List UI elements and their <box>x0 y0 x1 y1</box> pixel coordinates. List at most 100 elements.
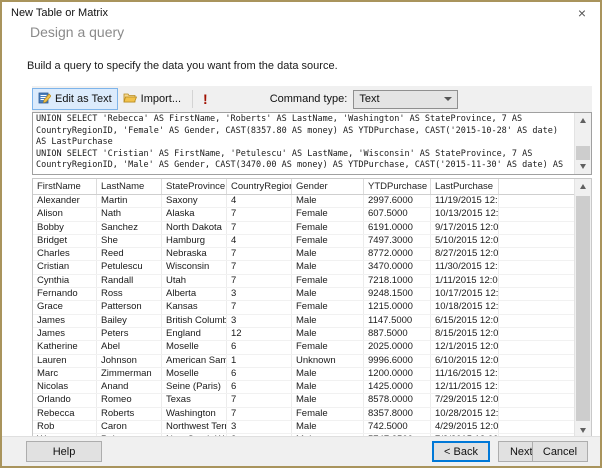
command-type-dropdown[interactable]: Text <box>353 89 459 109</box>
table-cell: 11/19/2015 12:... <box>431 195 499 208</box>
help-button[interactable]: Help <box>26 441 102 462</box>
query-text-editor[interactable]: UNION SELECT 'Rebecca' AS FirstName, 'Ro… <box>32 112 592 175</box>
table-cell: 8578.0000 <box>364 394 431 407</box>
table-row[interactable]: Bridget She Hamburg 4 Female 7497.3000 5/10/20… <box>33 234 575 249</box>
table-cell: 1147.5000 <box>364 314 431 327</box>
table-cell: 11/30/2015 12:... <box>431 261 499 274</box>
table-cell: Bobby <box>33 221 97 234</box>
table-cell: Grace <box>33 301 97 314</box>
table-cell: Orlando <box>33 394 97 407</box>
table-cell-filler <box>499 421 575 433</box>
column-header[interactable]: StateProvince <box>162 179 227 194</box>
table-cell-filler <box>499 368 575 380</box>
table-cell: 2997.6000 <box>364 195 431 208</box>
command-type-value: Text <box>359 93 380 105</box>
table-cell-filler <box>499 315 575 327</box>
scroll-up-icon[interactable] <box>575 113 591 128</box>
table-cell: Washington <box>162 407 227 421</box>
table-cell: Male <box>292 195 364 208</box>
column-header[interactable]: LastName <box>97 179 162 194</box>
table-cell-filler <box>499 261 575 273</box>
table-row[interactable]: James Peters England 12 Male 887.5000 8/15/201… <box>33 327 575 342</box>
table-row[interactable]: Marc Zimmerman Moselle 6 Male 1200.0000 11/16/… <box>33 367 575 382</box>
table-cell: Saxony <box>162 195 227 208</box>
table-cell: 1425.0000 <box>364 381 431 394</box>
table-cell: Female <box>292 221 364 234</box>
table-row[interactable]: Orlando Romeo Texas 7 Male 8578.0000 7/29/2015… <box>33 394 575 408</box>
table-row[interactable]: Bobby Sanchez North Dakota 7 Female 6191.0000… <box>33 221 575 235</box>
table-row[interactable]: Charles Reed Nebraska 7 Male 8772.0000 8/27/20… <box>33 248 575 262</box>
table-cell: 12 <box>227 327 292 341</box>
table-row[interactable]: Fernando Ross Alberta 3 Male 9248.1500 10/17/2… <box>33 288 575 302</box>
table-cell: Male <box>292 394 364 407</box>
table-cell: Female <box>292 407 364 421</box>
grid-body: FirstName LastName StateProvince CountryReg… <box>33 179 575 438</box>
new-table-or-matrix-dialog: New Table or Matrix × Design a query Bui… <box>0 0 602 468</box>
scroll-down-icon[interactable] <box>575 159 591 174</box>
table-cell-filler <box>499 208 575 220</box>
table-cell: Moselle <box>162 367 227 381</box>
page-title: Design a query <box>30 24 125 40</box>
table-row[interactable]: Cristian Petulescu Wisconsin 7 Male 3470.0000… <box>33 261 575 275</box>
table-cell: 12/1/2015 12:0... <box>431 341 499 354</box>
table-cell: 10/17/2015 12:... <box>431 288 499 301</box>
table-cell: 8772.0000 <box>364 248 431 261</box>
table-row[interactable]: Alison Nath Alaska 7 Female 607.5000 10/13/201… <box>33 208 575 222</box>
table-cell: Male <box>292 327 364 341</box>
results-scrollbar[interactable] <box>574 179 591 438</box>
close-icon[interactable]: × <box>574 5 590 21</box>
table-cell: Seine (Paris) <box>162 381 227 394</box>
table-cell: 9996.6000 <box>364 354 431 367</box>
table-row[interactable]: JamesBaileyBritish Columbia3Male1147.500… <box>33 314 575 328</box>
table-row[interactable]: Cynthia Randall Utah 7 Female 7218.1000 1/11/2… <box>33 274 575 289</box>
table-cell: Bailey <box>97 314 162 327</box>
table-row[interactable]: LaurenJohnsonAmerican Samoa1Unknown9996.… <box>33 354 575 368</box>
import-button[interactable]: Import... <box>118 88 186 110</box>
footer-bar: Help < Back Next > Cancel <box>2 436 600 466</box>
table-cell: 7 <box>227 301 292 314</box>
table-row[interactable]: Alexander Martin Saxony 4 Male 2997.6000 11/19… <box>33 195 575 209</box>
table-row[interactable]: Katherine Abel Moselle 6 Female 2025.0000 12/1… <box>33 341 575 355</box>
table-row[interactable]: Grace Patterson Kansas 7 Female 1215.0000 10/1… <box>33 301 575 315</box>
scrollbar-thumb[interactable] <box>576 146 590 160</box>
column-header[interactable]: LastPurchase <box>431 179 499 194</box>
table-cell: 9248.1500 <box>364 288 431 301</box>
table-cell: 7 <box>227 221 292 234</box>
table-cell: Female <box>292 208 364 221</box>
column-header[interactable]: FirstName <box>33 179 97 194</box>
table-row[interactable]: Rebecca Roberts Washington 7 Female 8357.8000… <box>33 407 575 422</box>
query-scrollbar[interactable] <box>574 113 591 174</box>
column-header[interactable]: CountryRegionID <box>227 179 292 194</box>
table-cell: Marc <box>33 367 97 381</box>
table-cell: Cristian <box>33 261 97 274</box>
edit-as-text-button[interactable]: Edit as Text <box>32 88 118 110</box>
table-row[interactable]: Nicolas Anand Seine (Paris) 6 Male 1425.0000 1… <box>33 381 575 395</box>
table-cell: 6/10/2015 12:0... <box>431 354 499 367</box>
table-cell-filler <box>499 355 575 367</box>
run-query-icon[interactable]: ! <box>199 92 212 106</box>
table-cell: 887.5000 <box>364 327 431 341</box>
table-cell-filler <box>499 301 575 313</box>
table-cell: Fernando <box>33 288 97 301</box>
import-folder-icon <box>123 92 137 107</box>
table-cell: 5/10/2015 12:0... <box>431 234 499 248</box>
column-header[interactable]: Gender <box>292 179 364 194</box>
table-cell: Martin <box>97 195 162 208</box>
query-text[interactable]: UNION SELECT 'Rebecca' AS FirstName, 'Ro… <box>36 114 573 173</box>
table-cell: She <box>97 234 162 248</box>
scrollbar-thumb[interactable] <box>576 196 590 421</box>
table-cell-filler <box>499 381 575 393</box>
table-cell: 8/15/2015 12:0... <box>431 327 499 341</box>
table-cell: Nebraska <box>162 248 227 261</box>
table-cell: Male <box>292 314 364 327</box>
title-bar: New Table or Matrix × <box>2 2 600 24</box>
import-label: Import... <box>140 93 182 105</box>
column-header-filler <box>499 179 575 194</box>
back-button[interactable]: < Back <box>432 441 490 462</box>
scroll-up-icon[interactable] <box>575 179 591 194</box>
table-cell: 9/17/2015 12:0... <box>431 221 499 234</box>
column-header[interactable]: YTDPurchase <box>364 179 431 194</box>
table-cell: Wisconsin <box>162 261 227 274</box>
table-row[interactable]: RobCaronNorthwest Terri...3Male742.50004… <box>33 421 575 435</box>
cancel-button[interactable]: Cancel <box>532 441 588 462</box>
